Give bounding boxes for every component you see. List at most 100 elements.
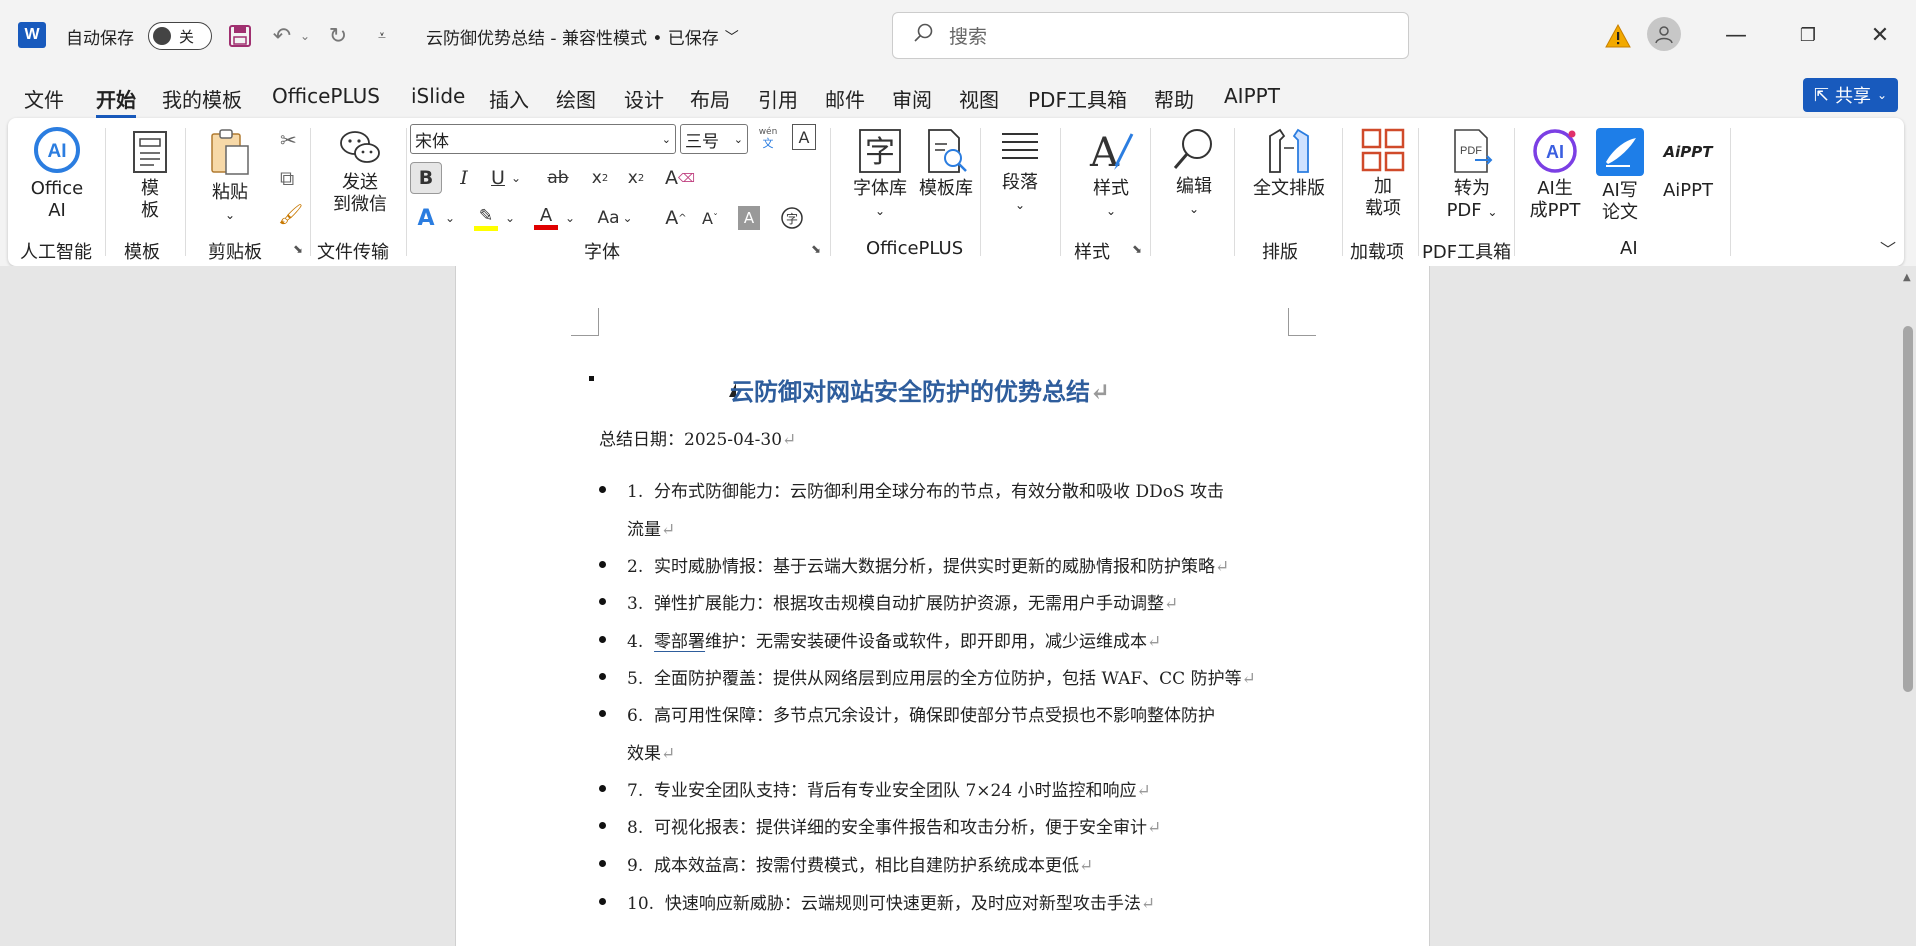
save-icon[interactable]	[224, 20, 256, 52]
font-library-button[interactable]: 字 字体库 ⌄	[844, 128, 916, 222]
item-number: 3.	[627, 594, 644, 614]
restore-icon[interactable]: ❐	[1788, 18, 1828, 52]
highlight-color-icon[interactable]: ✎	[470, 202, 502, 234]
tab-file[interactable]: 文件	[24, 84, 64, 113]
strikethrough-button[interactable]: ab	[542, 162, 574, 194]
tab-aippt[interactable]: AIPPT	[1224, 84, 1280, 108]
crop-mark-left	[571, 308, 599, 336]
enclose-characters-icon[interactable]: 字	[776, 202, 808, 234]
tab-home[interactable]: 开始	[96, 84, 136, 118]
title-chevron-icon: ﹀	[724, 29, 739, 46]
tab-officeplus[interactable]: OfficePLUS	[272, 84, 380, 108]
font-color-chevron-icon[interactable]: ⌄	[562, 202, 578, 234]
warning-icon[interactable]	[1604, 22, 1632, 50]
tab-insert[interactable]: 插入	[489, 84, 529, 113]
search-box[interactable]: 搜索	[892, 12, 1409, 59]
tab-help[interactable]: 帮助	[1154, 84, 1194, 113]
italic-button[interactable]: I	[448, 162, 480, 194]
underline-chevron-icon[interactable]: ⌄	[508, 162, 524, 194]
undo-dropdown-icon[interactable]: ⌄	[296, 20, 314, 52]
clipboard-launcher-icon[interactable]: ⬊	[293, 242, 303, 256]
highlight-chevron-icon[interactable]: ⌄	[502, 202, 518, 234]
tab-review[interactable]: 审阅	[892, 84, 932, 113]
tab-mailings[interactable]: 邮件	[825, 84, 865, 113]
collapse-ribbon-icon[interactable]: ﹀	[1872, 232, 1904, 264]
customize-toolbar-icon[interactable]: ⩡	[366, 20, 398, 52]
tab-references[interactable]: 引用	[758, 84, 798, 113]
styles-button[interactable]: A 样式 ⌄	[1076, 126, 1146, 222]
clear-formatting-icon[interactable]: A ⌫	[664, 162, 696, 194]
toggle-state: 关	[179, 27, 195, 46]
template-label-1: 模	[141, 178, 159, 199]
group-font: 字体	[584, 242, 620, 263]
minimize-icon[interactable]: —	[1716, 18, 1756, 52]
item-text: 可视化报表：提供详细的安全事件报告和攻击分析，便于安全审计	[654, 818, 1148, 838]
item-number: 4.	[627, 632, 644, 652]
scroll-up-icon[interactable]: ▲	[1903, 272, 1911, 283]
tab-my-templates[interactable]: 我的模板	[162, 84, 242, 113]
scrollbar-thumb[interactable]	[1903, 326, 1913, 692]
aippt-button[interactable]: AiPPT AiPPT	[1656, 128, 1720, 202]
separator	[105, 128, 106, 256]
tab-draw[interactable]: 绘图	[556, 84, 596, 113]
document-title[interactable]: 云防御优势总结 - 兼容性模式 • 已保存 ﹀	[426, 24, 739, 49]
tab-islide[interactable]: iSlide	[411, 84, 465, 108]
send-to-wechat-button[interactable]: 发送 到微信	[320, 128, 400, 216]
paragraph-button[interactable]: 段落 ⌄	[990, 128, 1050, 216]
bold-button[interactable]: B	[410, 162, 442, 194]
phonetic-guide-button[interactable]: wén 文	[752, 122, 784, 154]
editing-chevron-icon: ⌄	[1188, 202, 1200, 216]
aippt-logo-icon: AiPPT	[1663, 143, 1713, 161]
cut-icon[interactable]: ✂	[280, 128, 297, 152]
change-case-button[interactable]: Aa ⌄	[590, 202, 640, 234]
svg-text:字: 字	[786, 211, 798, 226]
vertical-scrollbar[interactable]: ▲	[1900, 266, 1916, 946]
ai-write-paper-button[interactable]: AI写 论文	[1592, 128, 1648, 224]
item-text: 维护：无需安装硬件设备或软件，即开即用，减少运维成本	[705, 632, 1148, 652]
grow-font-icon[interactable]: A ^	[660, 202, 692, 234]
font-size-select[interactable]: 三号 ⌄	[680, 124, 748, 154]
ai-generate-ppt-button[interactable]: AI AI生 成PPT	[1524, 128, 1586, 222]
font-launcher-icon[interactable]: ⬊	[811, 242, 821, 256]
item-text: 专业安全团队支持：背后有专业安全团队 7×24 小时监控和响应	[654, 781, 1137, 801]
tab-pdf-toolbox[interactable]: PDF工具箱	[1028, 84, 1127, 113]
format-painter-icon[interactable]: 🖌	[278, 202, 303, 226]
styles-launcher-icon[interactable]: ⬊	[1132, 242, 1142, 256]
office-ai-button[interactable]: AI Office AI	[20, 126, 94, 222]
text-effects-icon[interactable]: A	[410, 202, 442, 234]
item-number: 8.	[627, 818, 644, 838]
font-name-select[interactable]: 宋体 ⌄	[410, 124, 676, 154]
text-effects-chevron-icon[interactable]: ⌄	[442, 202, 458, 234]
item-number: 6.	[627, 706, 644, 726]
convert-to-pdf-button[interactable]: PDF 转为 PDF ⌄	[1432, 128, 1512, 223]
character-border-icon[interactable]: A	[792, 124, 816, 150]
undo-icon[interactable]: ↶	[266, 20, 298, 52]
office-ai-label-2: AI	[48, 200, 66, 221]
tab-view[interactable]: 视图	[959, 84, 999, 113]
redo-icon[interactable]: ↻	[322, 20, 354, 52]
share-icon: ⇱	[1813, 84, 1830, 106]
tab-design[interactable]: 设计	[624, 84, 664, 113]
font-color-icon[interactable]: A	[530, 202, 562, 234]
editing-button[interactable]: 编辑 ⌄	[1162, 126, 1226, 220]
search-placeholder: 搜索	[949, 26, 988, 48]
tab-layout[interactable]: 布局	[690, 84, 730, 113]
copy-icon[interactable]: ⧉	[280, 166, 294, 190]
full-layout-button[interactable]: 全文排版	[1244, 128, 1334, 200]
subscript-button[interactable]: x2	[584, 162, 616, 194]
superscript-button[interactable]: x2	[620, 162, 652, 194]
autosave-toggle[interactable]: 关	[148, 22, 212, 50]
close-icon[interactable]: ✕	[1860, 18, 1900, 52]
template-library-button[interactable]: 模板库	[908, 128, 984, 200]
list-bullet	[599, 710, 606, 717]
character-shading-icon[interactable]: A	[738, 206, 760, 230]
addins-button[interactable]: 加 载项	[1352, 128, 1414, 220]
font-library-label: 字体库	[853, 178, 907, 199]
paste-button[interactable]: 粘贴 ⌄	[200, 128, 260, 226]
template-button[interactable]: 模 板	[118, 130, 182, 222]
item-text-underlined: 零部署	[654, 632, 706, 652]
shrink-font-icon[interactable]: Aˇ	[694, 202, 726, 234]
paragraph-label: 段落	[1002, 172, 1038, 193]
user-avatar[interactable]	[1647, 17, 1681, 51]
share-button[interactable]: ⇱ 共享 ⌄	[1803, 78, 1898, 112]
